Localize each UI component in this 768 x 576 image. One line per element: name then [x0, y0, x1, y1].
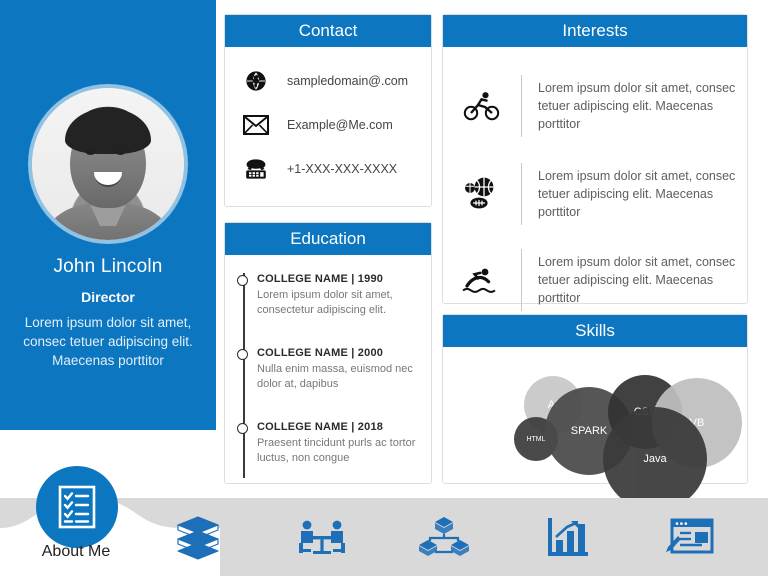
profile-name: John Lincoln: [53, 256, 163, 277]
education-item-title: COLLEGE NAME | 2000: [257, 347, 384, 359]
timeline-dot-icon: [237, 275, 248, 286]
nav-item-meeting[interactable]: [284, 508, 360, 566]
interest-item[interactable]: Lorem ipsum dolor sit amet, consec tetue…: [443, 157, 749, 231]
profile-role: Director: [81, 289, 135, 305]
contact-row-email[interactable]: Example@Me.com: [225, 105, 433, 145]
education-item-desc: Nulla enim massa, euismod nec dolor at, …: [257, 363, 413, 390]
nav-item-network[interactable]: [406, 508, 482, 566]
cycling-icon: [443, 91, 521, 121]
timeline-dot-icon: [237, 423, 248, 434]
skill-bubble: Java: [603, 407, 707, 511]
nav-item-books[interactable]: [160, 508, 236, 566]
skill-bubble-label: SPARK: [570, 425, 608, 437]
checklist-icon: [58, 485, 96, 529]
interest-item[interactable]: Lorem ipsum dolor sit amet, consec tetue…: [443, 243, 749, 317]
contact-card-body: sampledomain@.com Example@Me.com +1-XXX-…: [225, 47, 431, 206]
skill-bubble-label: HTML: [526, 435, 546, 443]
skills-card-body: AIHTMLSPARKCSSVBJava: [443, 347, 747, 511]
interest-text: Lorem ipsum dolor sit amet, consec tetue…: [538, 81, 736, 131]
skills-bubble-chart: AIHTMLSPARKCSSVBJava: [443, 347, 747, 511]
portrait-photo: [32, 88, 184, 240]
portrait-eye-right: [116, 150, 125, 155]
resume-slide: John Lincoln Director Lorem ipsum dolor …: [0, 0, 768, 576]
education-card: Education COLLEGE NAME | 1990 Lorem ipsu…: [224, 222, 432, 484]
interest-text: Lorem ipsum dolor sit amet, consec tetue…: [538, 169, 736, 219]
nav-item-web-edit[interactable]: [652, 508, 728, 566]
contact-card: Contact sampledomain@.com Example@Me.com…: [224, 14, 432, 207]
bar-chart-icon: [548, 518, 588, 556]
interests-card-title: Interests: [443, 15, 747, 47]
interests-card-body: Lorem ipsum dolor sit amet, consec tetue…: [443, 47, 749, 311]
interest-text: Lorem ipsum dolor sit amet, consec tetue…: [538, 255, 736, 305]
contact-value-phone: +1-XXX-XXX-XXXX: [287, 162, 398, 176]
sports-balls-icon: [443, 177, 521, 211]
skills-card: Skills AIHTMLSPARKCSSVBJava: [442, 314, 748, 511]
about-me-button[interactable]: [36, 466, 118, 548]
meeting-icon: [299, 520, 345, 554]
globe-icon: [225, 70, 287, 92]
portrait-eye-left: [86, 150, 95, 155]
education-timeline-line: [243, 273, 245, 478]
contact-row-website[interactable]: sampledomain@.com: [225, 61, 433, 101]
network-nodes-icon: [419, 517, 469, 556]
education-card-body: COLLEGE NAME | 1990 Lorem ipsum dolor si…: [225, 255, 431, 483]
telephone-icon: [225, 158, 287, 180]
profile-description: Lorem ipsum dolor sit amet, consec tetue…: [23, 315, 193, 368]
education-item-desc: Lorem ipsum dolor sit amet, consectetur …: [257, 289, 393, 316]
portrait-hair: [65, 108, 151, 154]
contact-value-email: Example@Me.com: [287, 118, 393, 132]
timeline-dot-icon: [237, 349, 248, 360]
education-item-title: COLLEGE NAME | 2018: [257, 421, 384, 433]
education-card-title: Education: [225, 223, 431, 255]
profile-panel: John Lincoln Director Lorem ipsum dolor …: [0, 0, 216, 430]
web-page-edit-icon: [666, 518, 714, 554]
contact-value-website: sampledomain@.com: [287, 74, 409, 88]
avatar: [32, 88, 184, 240]
education-item-desc: Praesent tincidunt purls ac tortor luctu…: [257, 437, 416, 464]
education-item-title: COLLEGE NAME | 1990: [257, 273, 384, 285]
interests-card: Interests Lorem ipsum dolor sit amet, co…: [442, 14, 749, 311]
skill-bubble-label: Java: [643, 453, 667, 465]
contact-row-phone[interactable]: +1-XXX-XXX-XXXX: [225, 149, 433, 189]
books-icon: [177, 516, 219, 560]
nav-item-chart[interactable]: [530, 508, 606, 566]
contact-card-title: Contact: [225, 15, 431, 47]
envelope-icon: [225, 115, 287, 135]
swimming-icon: [443, 265, 521, 295]
interest-item[interactable]: Lorem ipsum dolor sit amet, consec tetue…: [443, 69, 749, 143]
skills-card-title: Skills: [443, 315, 747, 347]
about-me-label: About Me: [41, 543, 111, 560]
